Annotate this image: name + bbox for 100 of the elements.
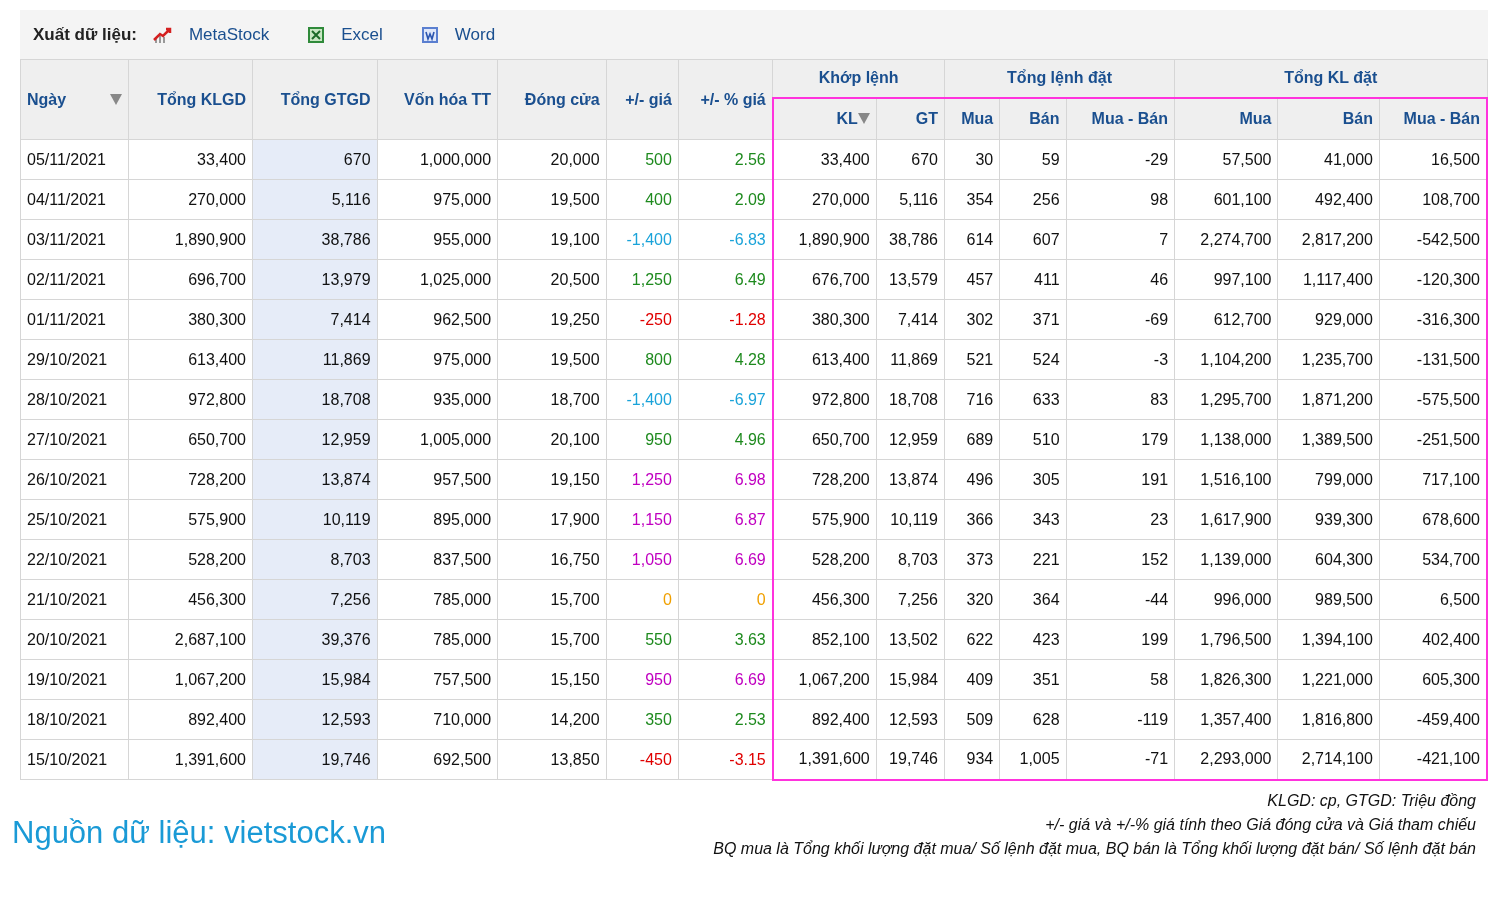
date-cell: 27/10/2021 <box>20 419 129 460</box>
table-cell: 57,500 <box>1174 139 1278 180</box>
table-cell: 402,400 <box>1379 619 1487 660</box>
column-header[interactable]: Mua <box>944 97 1000 140</box>
column-header[interactable]: Bán <box>999 97 1067 140</box>
table-cell: 975,000 <box>377 179 498 220</box>
table-cell: 46 <box>1066 259 1175 300</box>
table-cell: 550 <box>606 619 679 660</box>
table-cell: 270,000 <box>128 179 253 220</box>
table-cell: 1,357,400 <box>1174 699 1278 740</box>
table-cell: 696,700 <box>128 259 253 300</box>
table-cell: 16,500 <box>1379 139 1487 180</box>
table-cell: 633 <box>999 379 1067 420</box>
footnote: +/- giá và +/-% giá tính theo Giá đóng cửa và Giá tham chiếu <box>1045 814 1476 835</box>
column-header[interactable]: Bán <box>1278 97 1380 140</box>
table-cell: 320 <box>944 579 1000 620</box>
table-cell: 612,700 <box>1174 299 1278 340</box>
table-cell: 179 <box>1066 419 1175 460</box>
table-cell: 1,250 <box>606 459 679 500</box>
column-header[interactable]: +/- % giá <box>678 59 773 140</box>
table-cell: 989,500 <box>1278 579 1380 620</box>
table-cell: 7,414 <box>876 299 945 340</box>
table-cell: -3 <box>1066 339 1175 380</box>
table-cell: 1,391,600 <box>772 739 877 780</box>
table-cell: -250 <box>606 299 679 340</box>
table-cell: 12,959 <box>876 419 945 460</box>
table-cell: 15,700 <box>497 619 607 660</box>
date-cell: 05/11/2021 <box>20 139 129 180</box>
table-cell: 19,150 <box>497 459 607 500</box>
table-cell: 1,050 <box>606 539 679 580</box>
table-cell: 270,000 <box>772 179 877 220</box>
column-header[interactable]: Vốn hóa TT <box>377 59 498 140</box>
column-header[interactable]: Ngày <box>20 59 129 140</box>
table-cell: 20,000 <box>497 139 607 180</box>
column-header[interactable]: KL <box>772 97 877 140</box>
column-header[interactable]: Đóng cửa <box>497 59 607 140</box>
table-cell: 10,119 <box>252 499 378 540</box>
export-link[interactable]: Excel <box>307 21 383 48</box>
table-cell: -1,400 <box>606 219 679 260</box>
table-cell: 601,100 <box>1174 179 1278 220</box>
table-cell: 510 <box>999 419 1067 460</box>
table-cell: 19,250 <box>497 299 607 340</box>
table-cell: 605,300 <box>1379 659 1487 700</box>
date-cell: 26/10/2021 <box>20 459 129 500</box>
table-cell: 929,000 <box>1278 299 1380 340</box>
table-cell: 83 <box>1066 379 1175 420</box>
table-cell: 19,100 <box>497 219 607 260</box>
table-cell: -131,500 <box>1379 339 1487 380</box>
table-cell: 373 <box>944 539 1000 580</box>
date-cell: 19/10/2021 <box>20 659 129 700</box>
table-cell: 521 <box>944 339 1000 380</box>
date-cell: 02/11/2021 <box>20 259 129 300</box>
table-cell: -1,400 <box>606 379 679 420</box>
table-cell: 1,890,900 <box>772 219 877 260</box>
table-cell: 622 <box>944 619 1000 660</box>
table-cell: -542,500 <box>1379 219 1487 260</box>
table-cell: 935,000 <box>377 379 498 420</box>
table-cell: -575,500 <box>1379 379 1487 420</box>
table-cell: 10,119 <box>876 499 945 540</box>
date-cell: 04/11/2021 <box>20 179 129 220</box>
table-cell: 1,235,700 <box>1278 339 1380 380</box>
table-cell: 2,687,100 <box>128 619 253 660</box>
table-cell: 0 <box>606 579 679 620</box>
table-cell: 692,500 <box>377 739 498 780</box>
table-cell: 7,256 <box>252 579 378 620</box>
table-cell: 575,900 <box>128 499 253 540</box>
date-cell: 29/10/2021 <box>20 339 129 380</box>
table-cell: 676,700 <box>772 259 877 300</box>
table-cell: 957,500 <box>377 459 498 500</box>
date-cell: 20/10/2021 <box>20 619 129 660</box>
column-header[interactable]: Mua - Bán <box>1066 97 1175 140</box>
column-header[interactable]: Mua <box>1174 97 1278 140</box>
table-cell: 895,000 <box>377 499 498 540</box>
column-header[interactable]: GT <box>876 97 945 140</box>
export-link[interactable]: MetaStock <box>152 21 270 48</box>
column-header[interactable]: Mua - Bán <box>1379 97 1487 140</box>
table-cell: 457 <box>944 259 1000 300</box>
table-cell: 650,700 <box>128 419 253 460</box>
column-header[interactable]: Tổng GTGD <box>252 59 378 140</box>
table-cell: 2,274,700 <box>1174 219 1278 260</box>
table-cell: 972,800 <box>128 379 253 420</box>
table-cell: 343 <box>999 499 1067 540</box>
date-cell: 25/10/2021 <box>20 499 129 540</box>
table-cell: 13,979 <box>252 259 378 300</box>
table-cell: 152 <box>1066 539 1175 580</box>
table-cell: 5,116 <box>252 179 378 220</box>
table-cell: 19,746 <box>876 739 945 780</box>
table-cell: 7,256 <box>876 579 945 620</box>
table-cell: 1,516,100 <box>1174 459 1278 500</box>
table-cell: 33,400 <box>772 139 877 180</box>
column-header[interactable]: Tổng KLGD <box>128 59 253 140</box>
table-cell: 15,150 <box>497 659 607 700</box>
table-cell: 613,400 <box>128 339 253 380</box>
export-link[interactable]: Word <box>420 21 496 48</box>
table-cell: 1,871,200 <box>1278 379 1380 420</box>
column-header[interactable]: +/- giá <box>606 59 679 140</box>
table-cell: 11,869 <box>876 339 945 380</box>
table-cell: 950 <box>606 659 679 700</box>
table-cell: 5,116 <box>876 179 945 220</box>
table-cell: 650,700 <box>772 419 877 460</box>
